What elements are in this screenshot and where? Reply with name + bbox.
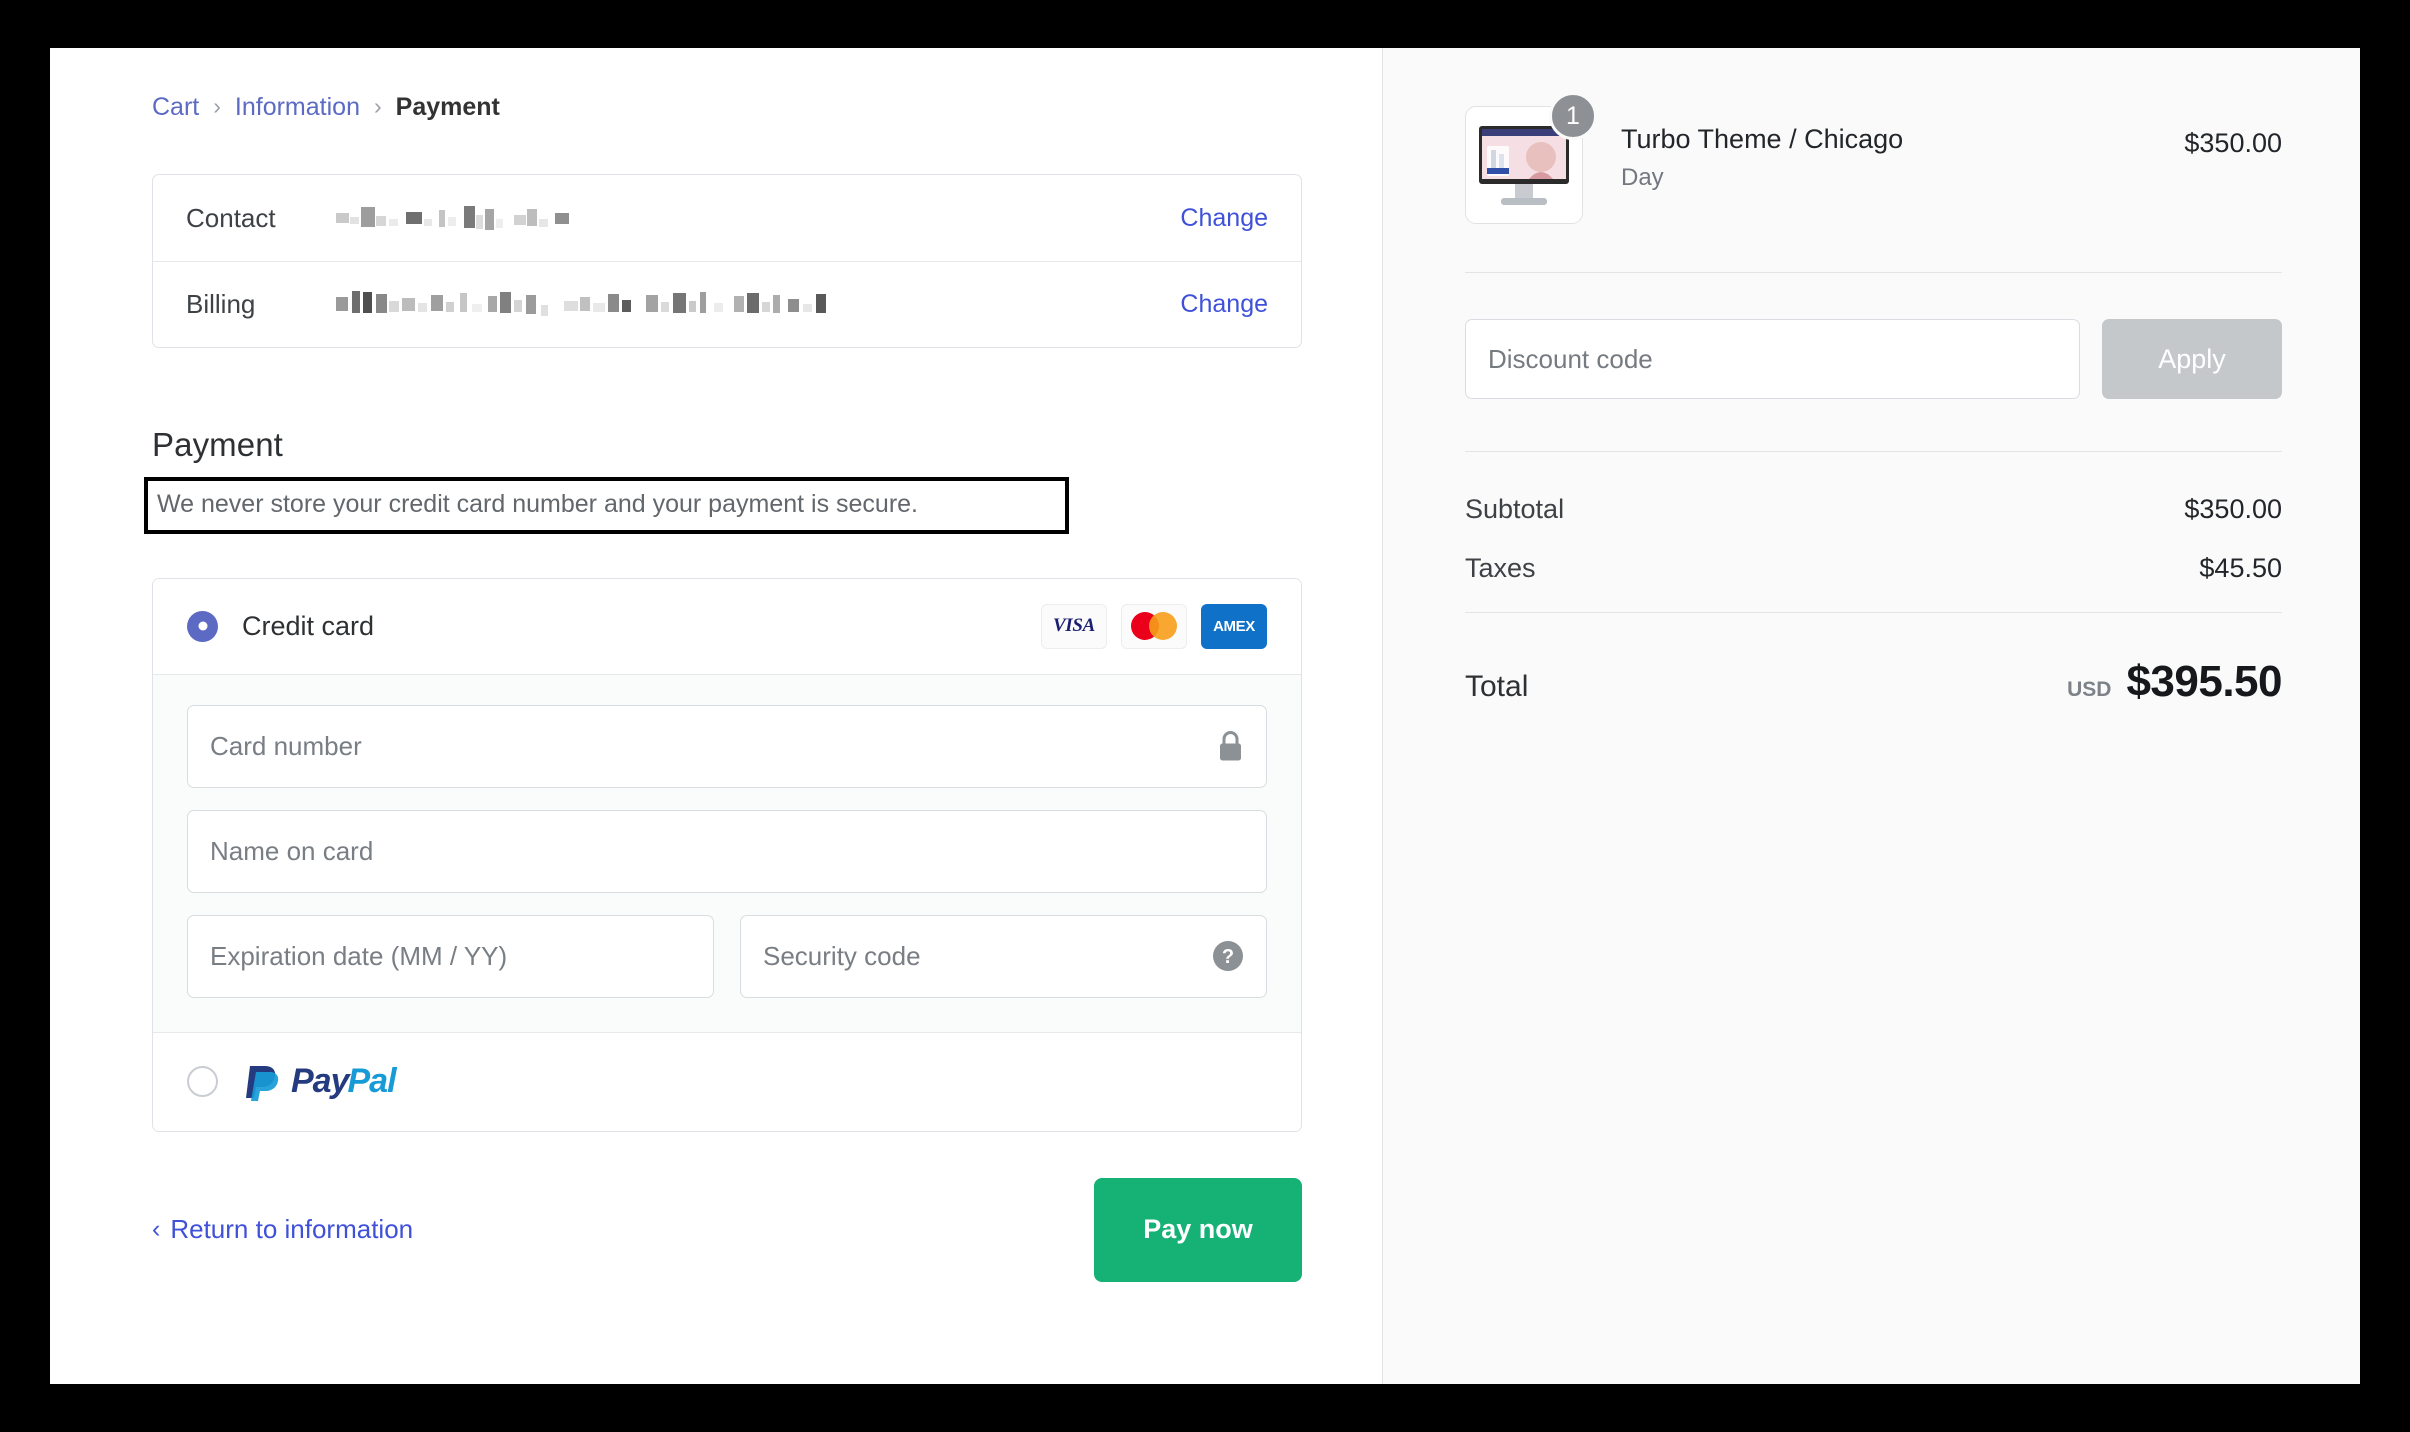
review-label-billing: Billing: [186, 289, 256, 319]
line-item-variant: Day: [1621, 164, 1664, 191]
subtotal-row: Subtotal $350.00: [1465, 494, 2282, 525]
return-to-information-label: Return to information: [170, 1214, 414, 1244]
review-value-billing-redacted: [336, 289, 1180, 321]
visa-label: VISA: [1052, 615, 1096, 636]
payment-methods-card: Credit card VISA AMEX Card number Name o…: [152, 577, 1302, 1132]
change-billing-link[interactable]: Change: [1180, 290, 1268, 319]
line-item-quantity-badge: 1: [1549, 92, 1597, 140]
secure-note-text: We never store your credit card number a…: [157, 490, 918, 518]
breadcrumb-item-information[interactable]: Information: [235, 93, 360, 122]
taxes-label: Taxes: [1465, 553, 1536, 583]
grand-total-amount: USD $395.50: [2067, 657, 2282, 707]
order-line-item: 1 Turbo Theme / Chicago Day $350.00: [1465, 92, 2282, 272]
payment-method-paypal[interactable]: Pay Pal: [153, 1032, 1301, 1131]
amex-label: AMEX: [1213, 617, 1255, 635]
taxes-value: $45.50: [2199, 553, 2282, 583]
review-row-billing: Billing Change: [153, 261, 1301, 347]
redacted-contact-icon: [336, 206, 569, 230]
radio-credit-card[interactable]: [187, 610, 218, 642]
review-value-contact-redacted: [336, 203, 1180, 233]
lock-icon: [1217, 730, 1244, 763]
breadcrumb-item-cart[interactable]: Cart: [152, 93, 199, 122]
payment-section-heading: Payment: [152, 426, 283, 463]
paypal-mark-icon: [246, 1065, 279, 1101]
order-summary-sidebar: 1 Turbo Theme / Chicago Day $350.00 Disc…: [1383, 48, 2360, 1384]
chevron-right-icon: ›: [213, 93, 221, 119]
secure-note-highlight-box: We never store your credit card number a…: [144, 477, 1069, 534]
paypal-label-pal: Pal: [347, 1062, 397, 1100]
order-totals: Subtotal $350.00 Taxes $45.50: [1465, 452, 2282, 584]
breadcrumb: Cart › Information › Payment: [100, 93, 1322, 122]
line-item-title: Turbo Theme / Chicago: [1621, 124, 1904, 154]
svg-text:?: ?: [1222, 946, 1234, 968]
discount-code-row: Discount code Apply: [1465, 273, 2282, 451]
breadcrumb-item-payment: Payment: [395, 93, 500, 121]
grand-total-value: $395.50: [2126, 657, 2282, 706]
apply-discount-button[interactable]: Apply: [2102, 319, 2282, 399]
visa-icon: VISA: [1041, 603, 1107, 649]
chevron-right-icon: ›: [373, 93, 382, 119]
security-code-placeholder: Security code: [763, 940, 921, 971]
change-contact-link[interactable]: Change: [1180, 204, 1268, 233]
taxes-row: Taxes $45.50: [1465, 553, 2282, 584]
chevron-left-icon: ‹: [152, 1215, 161, 1243]
card-expiry-cvv-row: Expiration date (MM / YY) Security code …: [187, 914, 1267, 998]
order-review-card: Contact Change Billing Change: [152, 174, 1302, 348]
line-item-info: Turbo Theme / Chicago Day: [1583, 106, 2184, 192]
grand-total-label: Total: [1465, 670, 1529, 703]
return-to-information-link[interactable]: ‹ Return to information: [152, 1214, 413, 1245]
checkout-screen: Cart › Information › Payment Contact Cha…: [50, 48, 2360, 1384]
subtotal-value: $350.00: [2184, 494, 2282, 524]
grand-total-row: Total USD $395.50: [1465, 613, 2282, 707]
subtotal-label: Subtotal: [1465, 494, 1565, 524]
review-label-contact: Contact: [186, 202, 276, 233]
radio-paypal[interactable]: [187, 1066, 218, 1097]
payment-method-credit-card[interactable]: Credit card VISA AMEX: [153, 578, 1301, 674]
payment-method-label-credit-card: Credit card: [242, 610, 375, 641]
line-item-price: $350.00: [2184, 128, 2282, 158]
expiration-date-placeholder: Expiration date (MM / YY): [210, 940, 508, 971]
mastercard-icon: [1121, 603, 1187, 649]
amex-icon: AMEX: [1201, 603, 1267, 649]
checkout-main-column: Cart › Information › Payment Contact Cha…: [50, 48, 1383, 1384]
expiration-date-input[interactable]: Expiration date (MM / YY): [187, 914, 714, 998]
discount-code-input[interactable]: Discount code: [1465, 319, 2080, 399]
security-code-input[interactable]: Security code ?: [740, 914, 1267, 998]
name-on-card-placeholder: Name on card: [210, 835, 374, 866]
discount-code-placeholder: Discount code: [1488, 343, 1653, 374]
name-on-card-input[interactable]: Name on card: [187, 809, 1267, 893]
redacted-billing-icon: [336, 290, 826, 316]
card-number-input[interactable]: Card number: [187, 704, 1267, 788]
line-item-thumbnail-wrap: 1: [1465, 92, 1597, 224]
grand-total-currency: USD: [2067, 678, 2112, 701]
checkout-actions: ‹ Return to information Pay now: [152, 1177, 1302, 1282]
paypal-icon: Pay Pal: [242, 1060, 397, 1104]
pay-now-button[interactable]: Pay now: [1094, 1177, 1302, 1282]
accepted-card-brands: VISA AMEX: [1041, 603, 1267, 649]
review-row-contact: Contact Change: [153, 175, 1301, 261]
credit-card-fields: Card number Name on card Expiration date…: [153, 673, 1301, 1033]
paypal-label-pay: Pay: [291, 1062, 349, 1100]
help-icon[interactable]: ?: [1212, 940, 1244, 972]
card-number-placeholder: Card number: [210, 730, 362, 761]
